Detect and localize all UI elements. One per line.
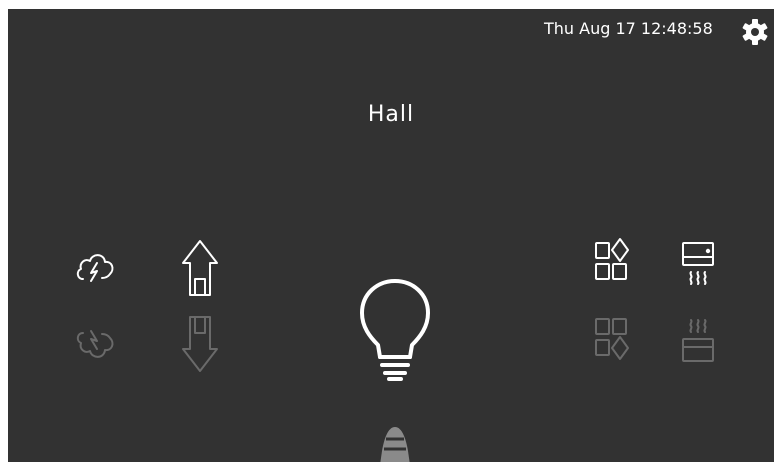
weather-icon	[76, 254, 114, 282]
scenes-icon-reflection	[595, 318, 629, 360]
scenes-icon	[595, 238, 629, 280]
home-icon-reflection	[182, 316, 218, 372]
weather-button[interactable]	[74, 241, 118, 285]
gear-icon	[742, 19, 768, 45]
weather-icon-reflection	[76, 330, 114, 358]
scenes-button[interactable]	[592, 237, 632, 289]
scenes-reflection	[592, 309, 632, 361]
home-reflection	[180, 315, 220, 373]
room-title: Hall	[367, 102, 415, 127]
datetime-display: Thu Aug 17 12:48:58	[544, 19, 713, 38]
heating-icon-reflection	[682, 319, 714, 362]
light-button[interactable]	[358, 277, 432, 383]
heating-icon	[682, 242, 714, 285]
home-icon	[182, 240, 218, 296]
home-button[interactable]	[180, 239, 220, 297]
light-bulb-icon-reflection	[380, 427, 410, 462]
screen: Thu Aug 17 12:48:58 Hall	[8, 9, 774, 462]
heating-reflection	[680, 313, 716, 365]
settings-button[interactable]	[741, 18, 769, 46]
light-reflection	[370, 425, 420, 462]
weather-reflection	[74, 327, 118, 371]
heating-button[interactable]	[680, 239, 716, 291]
light-bulb-icon	[360, 279, 430, 381]
